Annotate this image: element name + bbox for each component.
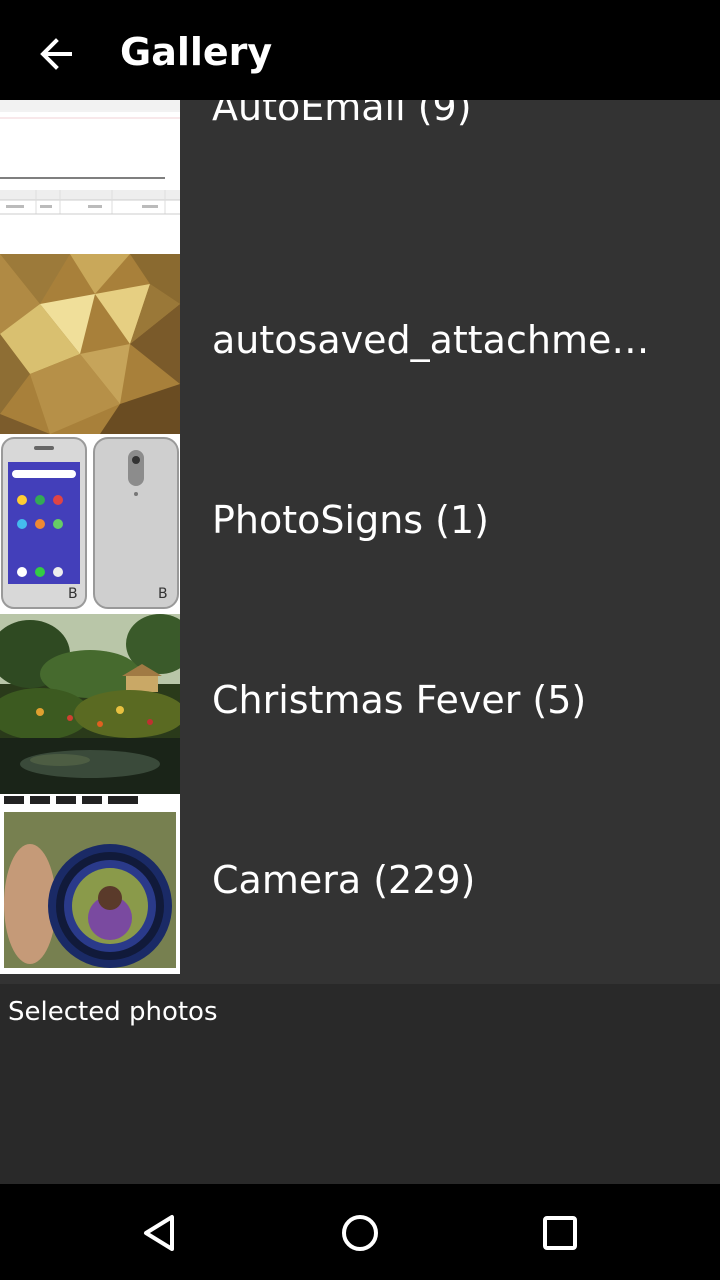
album-row-autoemail[interactable]: AutoEmail (9) [0, 100, 720, 254]
album-label: autosaved_attachments… [212, 318, 672, 362]
album-label: PhotoSigns (1) [212, 498, 489, 542]
album-row-autosaved-attachments[interactable]: autosaved_attachments… [0, 254, 720, 434]
album-row-camera[interactable]: Camera (229) [0, 794, 720, 974]
album-label: AutoEmail (9) [212, 100, 472, 129]
toolbar: Gallery [0, 0, 720, 100]
album-label: Christmas Fever (5) [212, 678, 587, 722]
album-row-photosigns[interactable]: B B PhotoSigns (1) [0, 434, 720, 614]
selected-photos-label: Selected photos [8, 997, 218, 1027]
arrow-left-icon [40, 38, 72, 70]
svg-text:B: B [68, 586, 78, 602]
nav-home-circle-icon [342, 1215, 378, 1251]
nav-recents-square-icon [543, 1216, 577, 1250]
back-button[interactable] [20, 22, 92, 86]
album-thumbnail [0, 100, 180, 254]
nav-back-button[interactable] [120, 1198, 200, 1268]
nav-recents-button[interactable] [520, 1198, 600, 1268]
album-list[interactable]: AutoEmail (9) autosaved_attachments… B B… [0, 100, 720, 984]
system-navigation-bar [0, 1184, 720, 1280]
album-label: Camera (229) [212, 858, 476, 902]
gallery-screen: Gallery AutoEmail (9) autosaved_attachme… [0, 0, 720, 1280]
album-row-christmas-fever[interactable]: Christmas Fever (5) [0, 614, 720, 794]
nav-back-triangle-icon [144, 1215, 174, 1251]
album-thumbnail [0, 254, 180, 434]
album-thumbnail: B B [0, 434, 180, 614]
svg-text:B: B [158, 586, 168, 602]
album-thumbnail [0, 614, 180, 794]
album-thumbnail [0, 794, 180, 974]
nav-home-button[interactable] [320, 1198, 400, 1268]
page-title: Gallery [120, 30, 273, 74]
selected-photos-panel: Selected photos [0, 984, 720, 1184]
